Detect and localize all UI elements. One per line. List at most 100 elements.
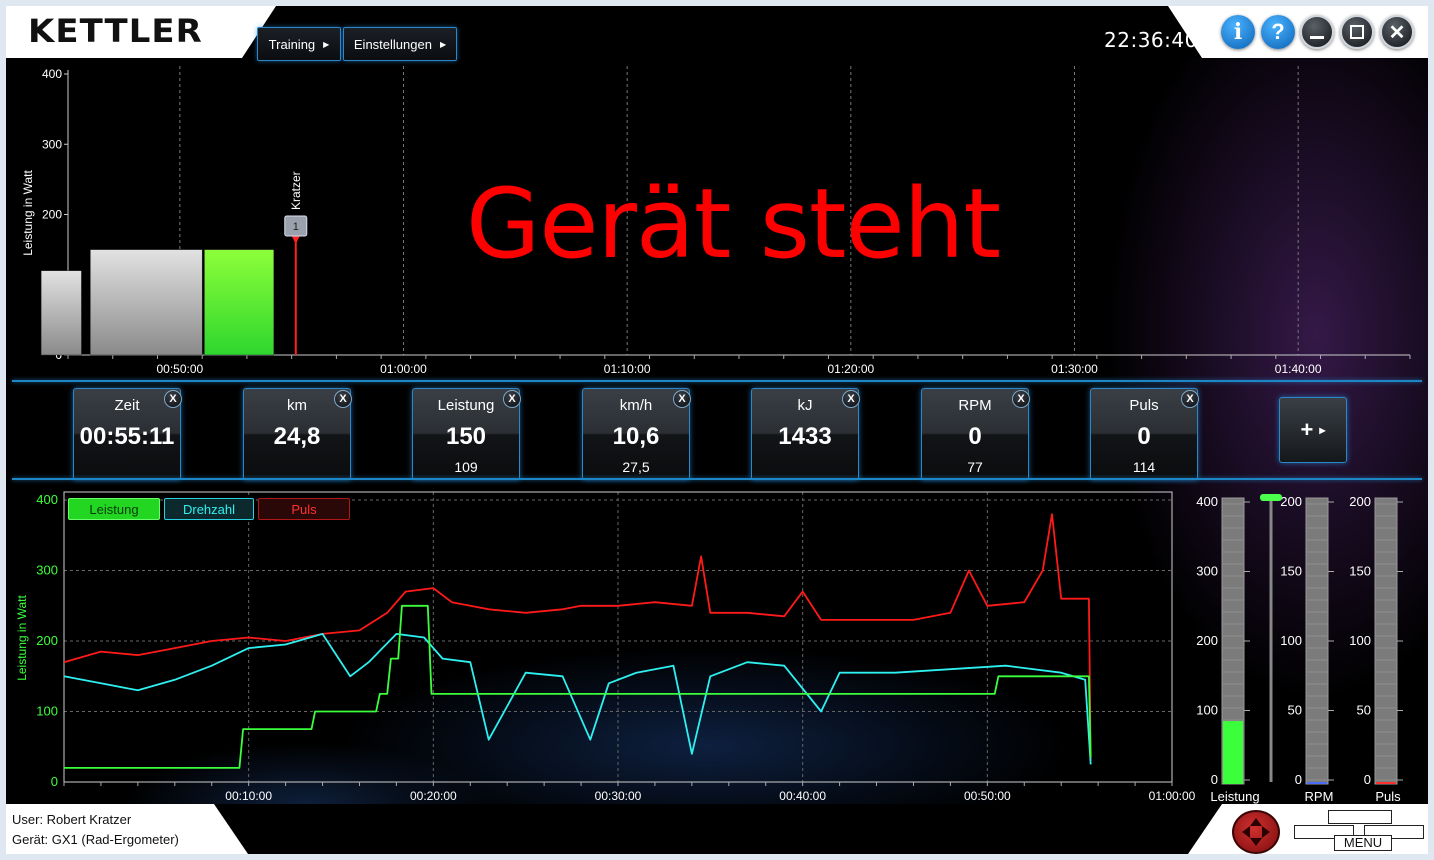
tile-value: 24,8 bbox=[273, 423, 321, 450]
menu-label: MENU bbox=[1334, 835, 1392, 851]
series-line-leistung bbox=[64, 604, 1092, 769]
marker-badge-label: 1 bbox=[293, 221, 299, 233]
training-history-chart: Leistung in Watt 400 300 200 100 0 00:10:00 00… bbox=[6, 482, 1428, 804]
menu-bar-top bbox=[1328, 810, 1392, 824]
gauge-tick-label: 200 bbox=[1280, 494, 1302, 509]
tile-close-button[interactable]: X bbox=[334, 390, 352, 408]
gauge-track-puls bbox=[1374, 497, 1398, 785]
menu-control[interactable]: MENU bbox=[1294, 806, 1424, 851]
bottom-ytick-label: 200 bbox=[36, 633, 58, 648]
info-icon: i bbox=[1233, 19, 1243, 45]
gauge-tick-label: 150 bbox=[1280, 564, 1302, 579]
gauge-tick-label: 200 bbox=[1196, 633, 1218, 648]
series-line-puls bbox=[63, 513, 1092, 761]
top-xtick-label: 01:30:00 bbox=[1051, 362, 1098, 376]
top-xtick-label: 00:50:00 bbox=[156, 362, 203, 376]
menu-training-label: Training bbox=[268, 36, 316, 52]
top-xtick-label: 01:40:00 bbox=[1275, 362, 1322, 376]
gauge-track-rpm bbox=[1305, 497, 1329, 785]
metric-tile-kj[interactable]: kJ 1433 X bbox=[751, 388, 860, 480]
clock: 22:36:40 bbox=[1104, 28, 1198, 52]
tile-sub-value: 109 bbox=[454, 459, 478, 475]
top-xtick-label: 01:00:00 bbox=[380, 362, 427, 376]
top-ytick-label: 300 bbox=[42, 137, 62, 151]
bottom-ytick-label: 100 bbox=[36, 704, 58, 719]
metric-tile-rpm[interactable]: RPM 0 77 X bbox=[921, 388, 1030, 480]
top-chart-ylabel: Leistung in Watt bbox=[21, 170, 35, 256]
menu-training-button[interactable]: Training ▶ bbox=[257, 27, 341, 61]
legend-puls-label: Puls bbox=[291, 501, 317, 517]
bottom-ytick-label: 0 bbox=[51, 774, 58, 789]
gauge-tick-label: 0 bbox=[1364, 772, 1371, 787]
maximize-icon bbox=[1350, 25, 1364, 39]
top-bar-3 bbox=[204, 249, 275, 356]
gauge-tick-label: 0 bbox=[1295, 772, 1302, 787]
tile-close-button[interactable]: X bbox=[842, 390, 860, 408]
top-bar-1 bbox=[40, 270, 82, 356]
legend-drehzahl-label: Drehzahl bbox=[182, 501, 236, 517]
footer-user: User: Robert Kratzer bbox=[12, 812, 132, 827]
gauge-tick-label: 0 bbox=[1211, 772, 1218, 787]
top-ytick-label: 200 bbox=[42, 208, 62, 222]
marker-label: Kratzer bbox=[289, 171, 303, 210]
gauge-tick-label: 50 bbox=[1357, 703, 1371, 718]
stop-button[interactable] bbox=[1232, 810, 1280, 854]
legend-leistung-label: Leistung bbox=[89, 501, 139, 517]
footer-center-panel bbox=[214, 804, 1222, 854]
help-button[interactable]: ? bbox=[1261, 15, 1295, 49]
metric-tile-puls[interactable]: Puls 0 114 X bbox=[1090, 388, 1199, 480]
minimize-icon bbox=[1310, 35, 1324, 39]
gauge-label-rpm: RPM bbox=[1305, 789, 1334, 804]
bottom-chart-ylabel: Leistung in Watt bbox=[15, 595, 29, 681]
tile-sub-value: 77 bbox=[967, 459, 983, 475]
gauge-label-leistung: Leistung bbox=[1210, 789, 1259, 804]
divider-top bbox=[12, 380, 1422, 382]
minimize-button[interactable] bbox=[1300, 15, 1334, 49]
cursor-arrow-icon bbox=[291, 236, 300, 244]
tile-close-button[interactable]: X bbox=[164, 390, 182, 408]
threshold-slider-handle bbox=[1260, 494, 1282, 501]
top-ytick-label: 400 bbox=[42, 67, 62, 81]
info-button[interactable]: i bbox=[1221, 15, 1255, 49]
gauge-tick-label: 150 bbox=[1349, 564, 1371, 579]
tile-close-button[interactable]: X bbox=[503, 390, 521, 408]
gauge-tick-label: 100 bbox=[1349, 633, 1371, 648]
menu-settings-button[interactable]: Einstellungen ▶ bbox=[343, 27, 457, 61]
direction-pad-icon bbox=[1242, 818, 1270, 846]
tile-close-button[interactable]: X bbox=[673, 390, 691, 408]
series-line-drehzahl bbox=[63, 632, 1092, 765]
help-icon: ? bbox=[1271, 19, 1285, 44]
menu-settings-label: Einstellungen bbox=[353, 36, 432, 52]
gauge-tick-label: 400 bbox=[1196, 494, 1218, 509]
gauge-tick-label: 200 bbox=[1349, 494, 1371, 509]
metric-tile-zeit[interactable]: Zeit 00:55:11 X bbox=[73, 388, 182, 480]
divider-bottom bbox=[12, 478, 1422, 480]
tile-close-button[interactable]: X bbox=[1012, 390, 1030, 408]
maximize-button[interactable] bbox=[1340, 15, 1374, 49]
legend-leistung-toggle[interactable]: Leistung bbox=[68, 498, 160, 520]
bottom-xtick-label: 00:50:00 bbox=[964, 789, 1011, 803]
close-icon: ✕ bbox=[1388, 21, 1406, 44]
add-tile-button[interactable]: + ▶ bbox=[1279, 397, 1347, 463]
tile-value: 0 bbox=[1137, 423, 1151, 450]
training-history-chart-svg: Leistung in Watt 400300200100000:10:00 00… bbox=[15, 491, 1403, 804]
tile-value: 1433 bbox=[778, 423, 832, 450]
gauge-tick-label: 100 bbox=[1280, 633, 1302, 648]
metric-tile-leistung[interactable]: Leistung 150 109 X bbox=[412, 388, 521, 480]
metric-tile-km-h[interactable]: km/h 10,6 27,5 X bbox=[582, 388, 691, 480]
footer-device: Gerät: GX1 (Rad-Ergometer) bbox=[12, 832, 179, 847]
bottom-xtick-label: 00:40:00 bbox=[779, 789, 826, 803]
tile-value: 150 bbox=[445, 423, 487, 450]
top-bar-2 bbox=[90, 249, 203, 356]
gauge-tick-label: 300 bbox=[1196, 564, 1218, 579]
tile-close-button[interactable]: X bbox=[1181, 390, 1199, 408]
tile-sub-value: 27,5 bbox=[622, 459, 650, 475]
close-button[interactable]: ✕ bbox=[1380, 15, 1414, 49]
legend-drehzahl-toggle[interactable]: Drehzahl bbox=[164, 498, 254, 520]
tile-value: 00:55:11 bbox=[79, 423, 175, 450]
chevron-right-icon: ▶ bbox=[1319, 425, 1326, 435]
bottom-xtick-label: 01:00:00 bbox=[1149, 789, 1196, 803]
metric-tile-km[interactable]: km 24,8 X bbox=[243, 388, 352, 480]
legend-puls-toggle[interactable]: Puls bbox=[258, 498, 350, 520]
bottom-xtick-label: 00:30:00 bbox=[595, 789, 642, 803]
